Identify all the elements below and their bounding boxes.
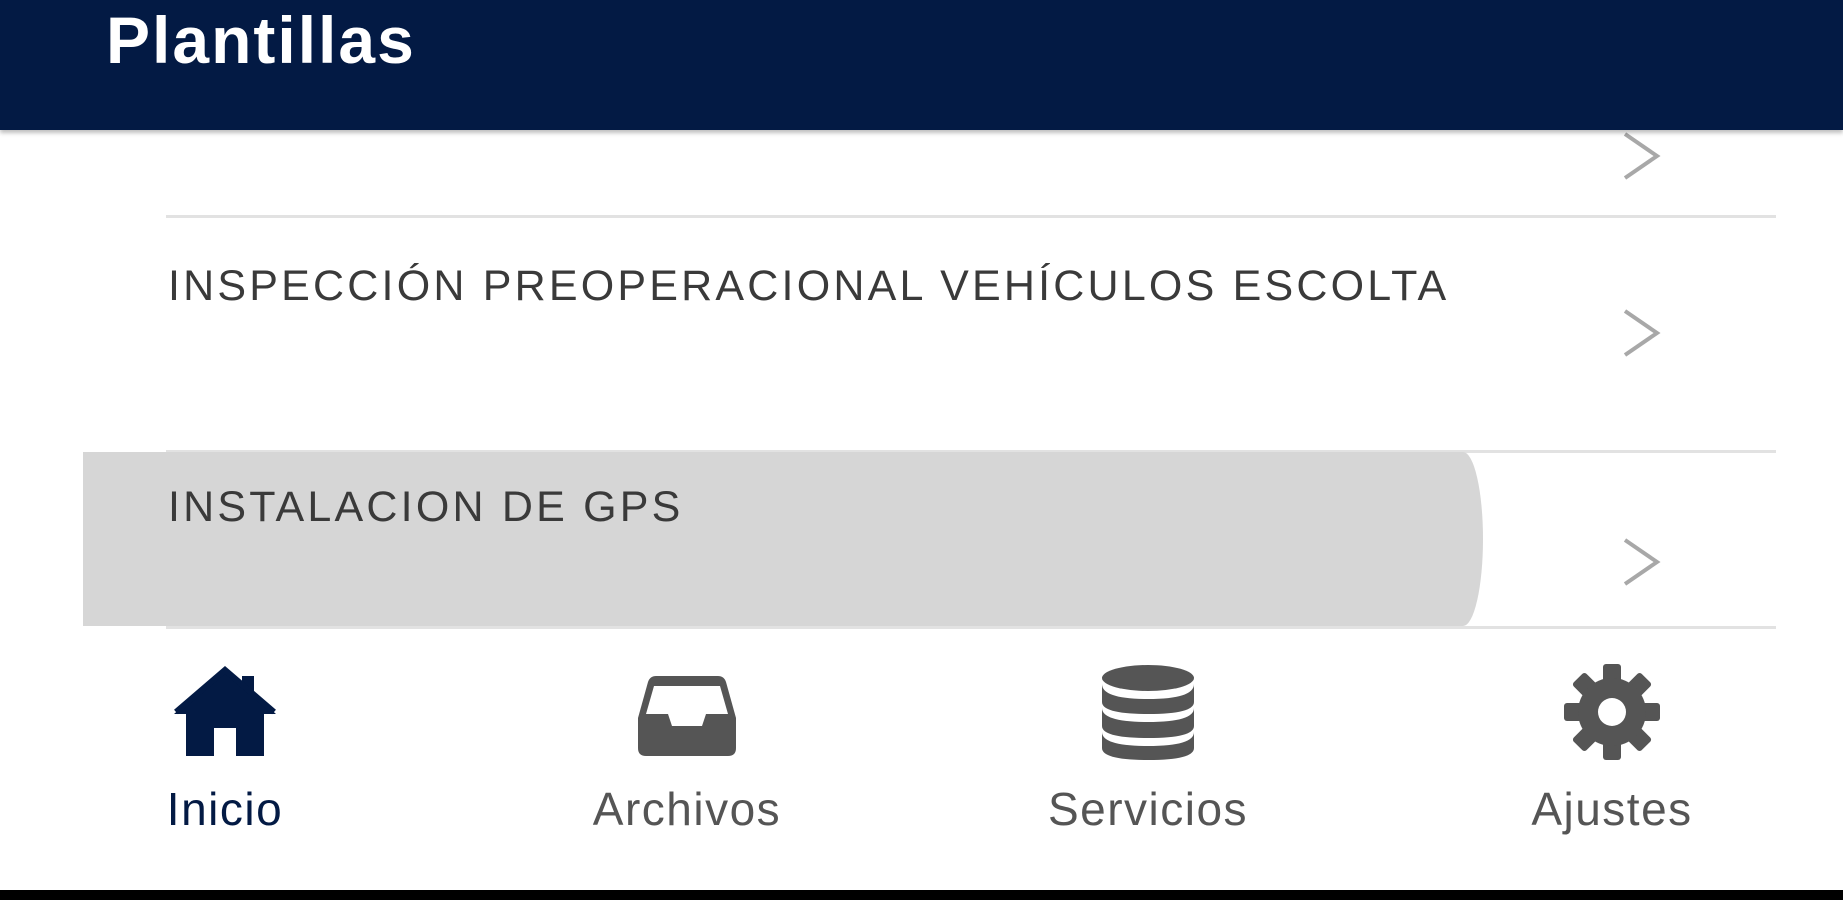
list-item[interactable]: INSPECCIÓN PREOPERACIONAL VEHÍCULOS ESCO… bbox=[0, 217, 1843, 450]
app-header: Plantillas bbox=[0, 0, 1843, 130]
database-icon bbox=[1093, 662, 1203, 762]
bottom-navigation: Inicio Archivos Servicios Ajustes bbox=[0, 630, 1843, 890]
list-item[interactable]: INSTALACION DE GPS bbox=[0, 452, 1843, 626]
page-title: Plantillas bbox=[106, 3, 416, 77]
nav-tab-servicios[interactable]: Servicios bbox=[968, 630, 1328, 860]
nav-tab-ajustes[interactable]: Ajustes bbox=[1432, 630, 1792, 860]
nav-label-archivos: Archivos bbox=[592, 783, 782, 835]
app-screen: Plantillas INSPECCIÓN PREOPERACIONAL VEH… bbox=[0, 0, 1843, 900]
nav-tab-archivos[interactable]: Archivos bbox=[507, 630, 867, 860]
home-icon bbox=[170, 662, 280, 762]
screen-bottom-edge bbox=[0, 890, 1843, 900]
nav-label-servicios: Servicios bbox=[1047, 783, 1249, 835]
nav-label-ajustes: Ajustes bbox=[1531, 783, 1693, 835]
template-list[interactable]: INSPECCIÓN PREOPERACIONAL VEHÍCULOS ESCO… bbox=[0, 130, 1843, 630]
inbox-icon bbox=[632, 662, 742, 762]
chevron-right-icon bbox=[1620, 130, 1662, 182]
chevron-right-icon bbox=[1620, 536, 1662, 588]
nav-tab-inicio[interactable]: Inicio bbox=[45, 630, 405, 860]
list-item-label: INSTALACION DE GPS bbox=[168, 483, 684, 531]
list-item-label: INSPECCIÓN PREOPERACIONAL VEHÍCULOS ESCO… bbox=[168, 262, 1450, 310]
gear-icon bbox=[1557, 662, 1667, 762]
nav-label-inicio: Inicio bbox=[166, 783, 284, 835]
list-divider bbox=[166, 626, 1776, 629]
chevron-right-icon bbox=[1620, 307, 1662, 359]
